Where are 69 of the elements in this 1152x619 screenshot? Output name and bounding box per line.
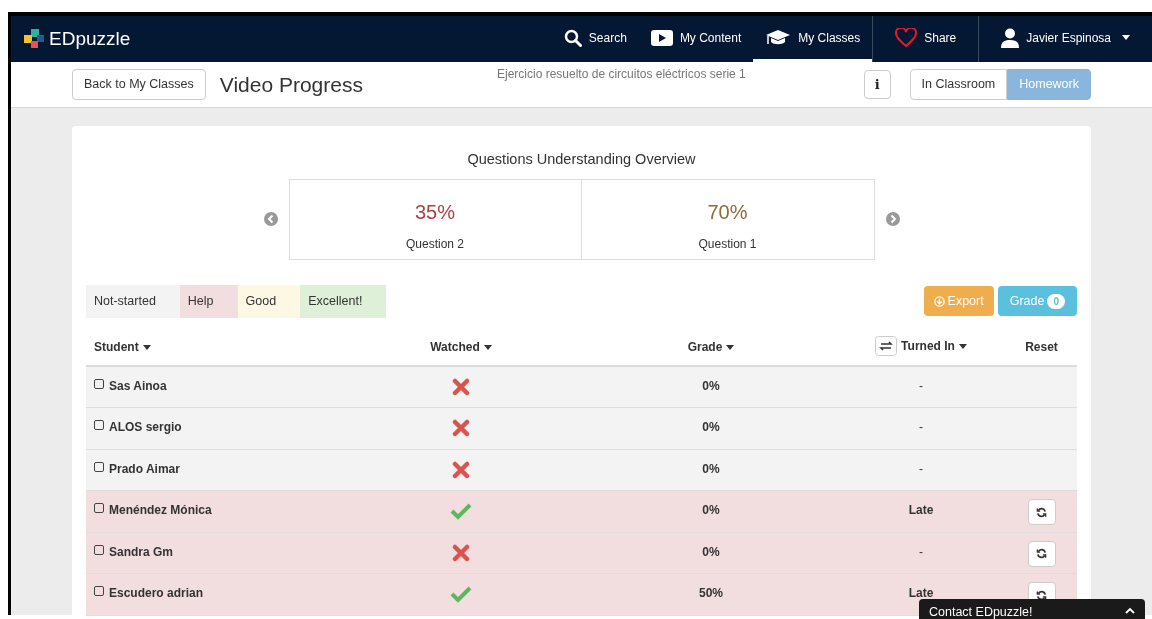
nav-link[interactable]: Share [873,16,979,62]
heart-icon [895,27,918,48]
grade-value: 0% [702,460,720,478]
grade-value: 0% [702,377,720,395]
grade-value: 50% [699,585,723,603]
refresh-icon [1036,506,1047,518]
chevron-up-icon [1125,607,1135,614]
play-icon [650,29,673,46]
student-name: Menéndez Mónica [109,502,212,520]
column-header[interactable]: Watched [430,337,492,356]
contact-label: Contact EDpuzzle! [929,604,1033,619]
turned-in-status: Late [908,502,934,520]
swap-icon[interactable] [875,335,898,356]
caret-icon [1122,35,1130,40]
student-name: Escudero adrian [109,585,204,603]
checkbox[interactable] [94,461,104,472]
turned-in-status: - [919,460,923,478]
reset-button[interactable] [1027,499,1056,526]
legend-item: Help [179,284,238,318]
mode-tab[interactable]: In Classroom [909,69,1008,100]
student-name: Sandra Gm [109,543,174,561]
download-icon [933,295,945,307]
nav-link[interactable]: Javier Espinosa [979,16,1152,62]
legend-item: Excellent! [300,284,387,318]
grade-value: 0% [702,419,720,437]
checkbox[interactable] [94,420,104,431]
student-name: Prado Aimar [109,460,180,478]
column-header[interactable]: Grade [687,337,735,356]
caret-icon [142,345,151,351]
checkbox[interactable] [94,378,104,389]
grade-value: 0% [702,502,720,520]
video-title: Ejercicio resuelto de circuitos eléctricos serie 1 [497,66,746,83]
search-icon [563,28,582,47]
turned-in-status: - [919,377,923,395]
column-header[interactable]: Turned In [901,336,967,355]
puzzle-logo-icon [23,27,45,51]
reset-button[interactable] [1027,540,1056,567]
refresh-icon [1036,548,1047,560]
nav-link[interactable]: Search [551,16,639,62]
turned-in-status: - [919,419,923,437]
student-name: ALOS sergio [109,419,182,437]
caret-icon [958,344,967,350]
caret-icon [726,345,735,351]
overview-title: Questions Understanding Overview [467,150,696,169]
column-header[interactable]: Student [94,337,151,356]
student-name: Sas Ainoa [109,377,167,395]
brand-name[interactable]: EDpuzzle [49,24,131,54]
question-label: Question 2 [405,235,464,253]
turned-in-status: - [919,543,923,561]
question-percent: 35% [415,199,455,225]
question-label: Question 1 [698,235,757,253]
column-header: Reset [1025,338,1058,356]
checkbox[interactable] [94,544,104,555]
grade-value: 0% [702,543,720,561]
legend-item: Not-started [86,284,180,318]
user-icon [1001,27,1020,48]
checkbox[interactable] [94,503,104,514]
question-percent: 70% [707,199,748,225]
checkbox[interactable] [94,586,104,597]
nav-link[interactable]: My Content [638,16,754,62]
caret-icon [483,345,492,351]
info-button[interactable]: i [863,70,891,99]
legend-item: Good [237,284,301,318]
graduation-cap-icon [765,28,792,47]
back-button[interactable]: Back to My Classes [72,69,206,100]
refresh-icon [1036,589,1047,601]
grade-count: 0 [1047,293,1065,309]
page-title: Video Progress [219,71,363,98]
contact-toast[interactable]: Contact EDpuzzle! [919,599,1145,619]
